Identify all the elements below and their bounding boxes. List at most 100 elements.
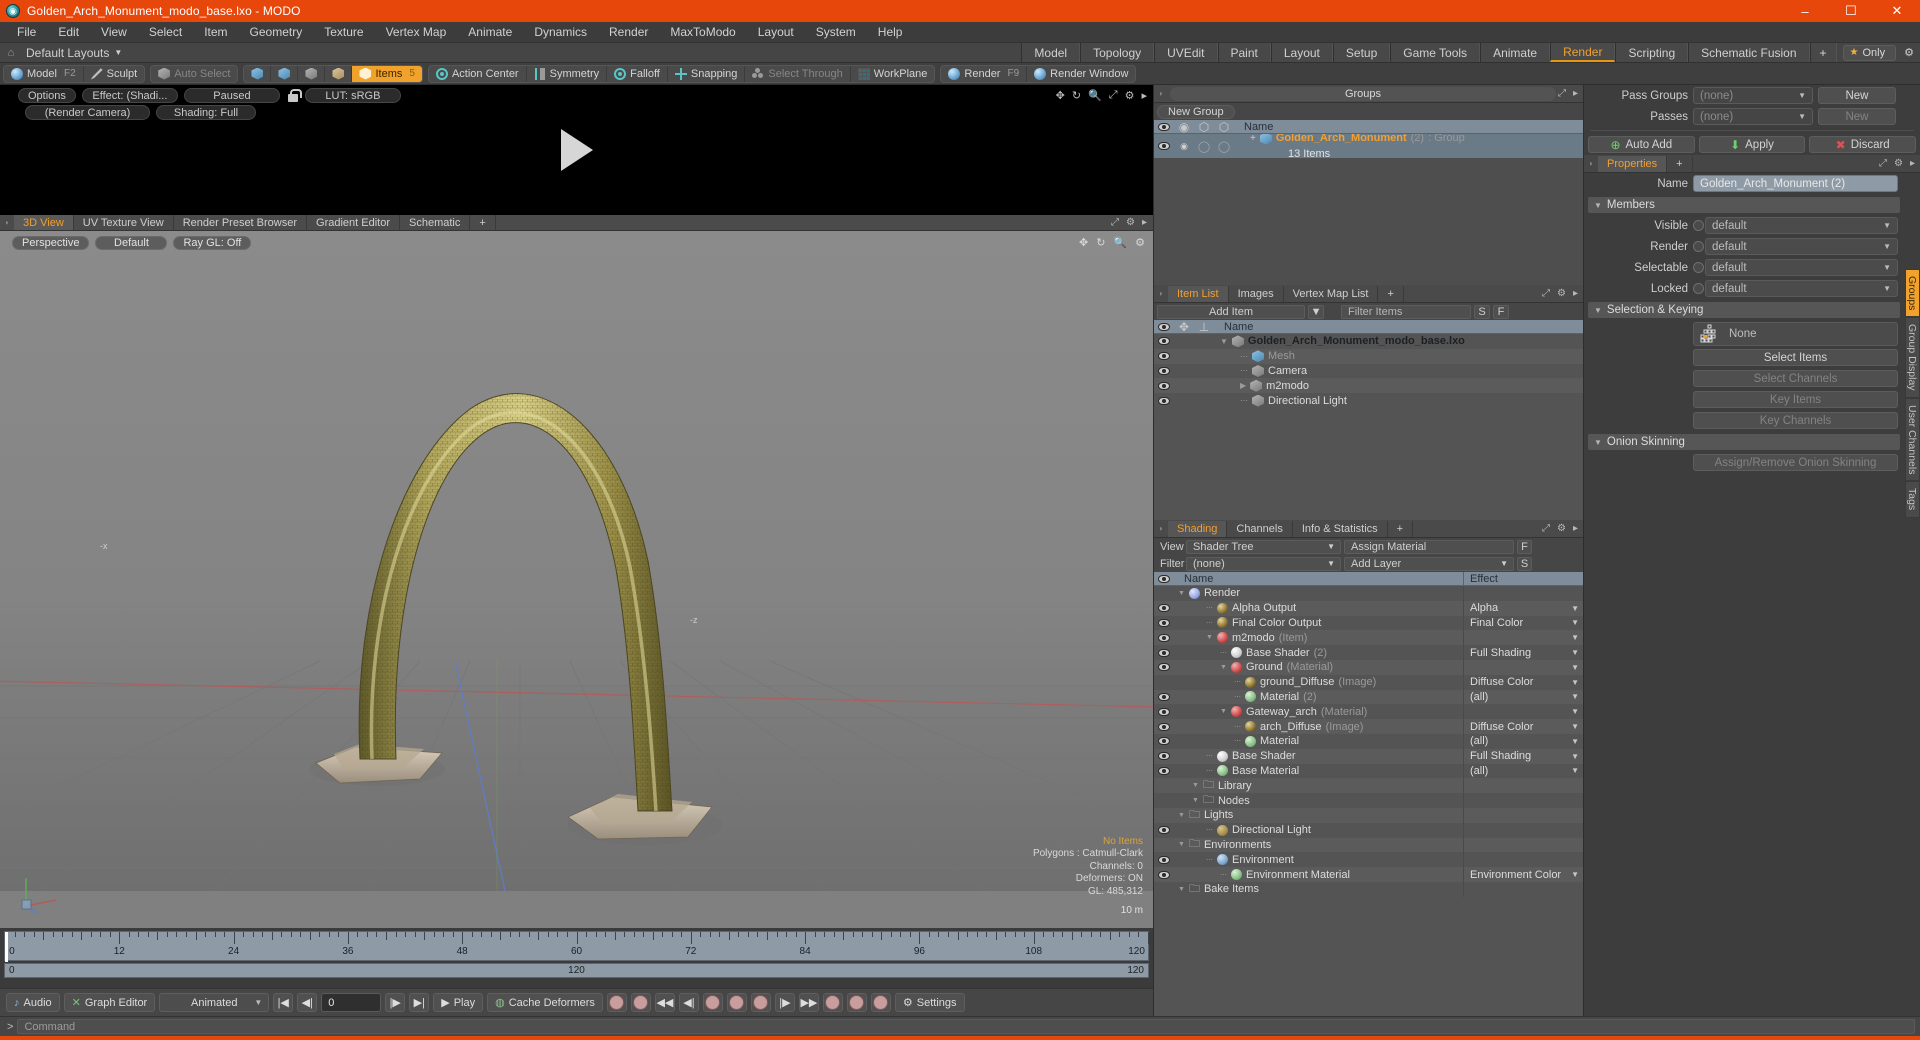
tree-twisty-icon[interactable]: ▼: [1178, 841, 1185, 848]
discard-button[interactable]: ✖ Discard: [1809, 136, 1917, 153]
locked-dropdown[interactable]: default ▼: [1705, 280, 1898, 297]
command-input[interactable]: Command: [17, 1019, 1915, 1034]
new-group-button[interactable]: New Group: [1157, 104, 1235, 119]
timeline-range-bar[interactable]: 0 120 120: [4, 963, 1149, 978]
render-button[interactable]: Render F9: [941, 65, 1028, 82]
workplane-button[interactable]: WorkPlane: [851, 66, 935, 82]
filter-items-input[interactable]: Filter Items: [1341, 304, 1471, 319]
add-layer-dropdown[interactable]: Add Layer ▼: [1344, 556, 1514, 571]
row-visibility-toggle[interactable]: [1154, 337, 1174, 346]
preview-effect-button[interactable]: Effect: (Shadi...: [81, 88, 178, 103]
shading-row[interactable]: ⋯ Alpha Output Alpha ▼: [1154, 600, 1583, 616]
tree-twisty-icon[interactable]: ⋯: [1234, 678, 1241, 686]
item-list-row[interactable]: ⋯ Mesh: [1154, 348, 1583, 364]
auto-select-button[interactable]: Auto Select: [151, 66, 237, 82]
onion-skinning-section-header[interactable]: ▼ Onion Skinning: [1588, 434, 1900, 450]
shading-arrow-icon[interactable]: ▸: [1573, 523, 1578, 534]
tree-twisty-icon[interactable]: ⋯: [1220, 649, 1227, 657]
previous-key-button[interactable]: ◀|: [297, 993, 318, 1012]
tab-info-statistics[interactable]: Info & Statistics: [1293, 520, 1388, 537]
tree-twisty-icon[interactable]: ⋯: [1220, 871, 1227, 879]
item-list-s-button[interactable]: S: [1474, 304, 1490, 319]
timeline-ruler[interactable]: 0 12 24 36 48 60 72 84 96 108 120: [4, 931, 1149, 962]
preview-options-button[interactable]: Options: [18, 88, 76, 103]
minimize-button[interactable]: –: [1782, 0, 1828, 22]
shading-effect-cell[interactable]: ▼: [1463, 704, 1583, 720]
menu-item-texture[interactable]: Texture: [313, 22, 374, 43]
tab--[interactable]: +: [1388, 520, 1414, 537]
play-button[interactable]: ▶ Play: [433, 993, 484, 1012]
shading-row[interactable]: ▼ 🗀 Environments: [1154, 837, 1583, 853]
row-visibility-toggle[interactable]: [1154, 366, 1174, 375]
tab-shading[interactable]: Shading: [1168, 520, 1228, 537]
tree-twisty-icon[interactable]: ▼: [1178, 886, 1185, 893]
tree-twisty-icon[interactable]: ▼: [1206, 634, 1213, 641]
lock-icon[interactable]: [286, 88, 302, 103]
groups-arrow-icon[interactable]: ▸: [1573, 88, 1578, 99]
layout-tab-paint[interactable]: Paint: [1217, 43, 1271, 62]
shading-f-button[interactable]: F: [1517, 539, 1532, 554]
tree-twisty-icon[interactable]: ⋯: [1206, 752, 1213, 760]
properties-gear-icon[interactable]: ⚙: [1894, 158, 1903, 169]
assign-material-button[interactable]: Assign Material: [1344, 539, 1514, 554]
current-frame-input[interactable]: 0: [321, 993, 382, 1012]
row-visibility-toggle[interactable]: [1154, 870, 1174, 879]
shading-gear-icon[interactable]: ⚙: [1557, 523, 1566, 534]
shading-effect-cell[interactable]: Diffuse Color ▼: [1463, 674, 1583, 690]
tree-twisty-icon[interactable]: ⋯: [1206, 619, 1213, 627]
menu-item-render[interactable]: Render: [598, 22, 659, 43]
selectable-radio[interactable]: [1693, 262, 1704, 273]
panel-gear-icon[interactable]: ⚙: [1125, 89, 1135, 102]
shading-effect-cell[interactable]: Full Shading ▼: [1463, 748, 1583, 764]
tree-twisty-icon[interactable]: ⋯: [1206, 604, 1213, 612]
menu-item-select[interactable]: Select: [138, 22, 193, 43]
preview-lut-button[interactable]: LUT: sRGB: [304, 88, 401, 103]
menu-item-animate[interactable]: Animate: [457, 22, 523, 43]
row-visibility-toggle[interactable]: [1154, 737, 1174, 746]
add-item-dropdown-icon[interactable]: ▼: [1308, 304, 1324, 319]
anim-tool1-button[interactable]: [822, 993, 843, 1012]
play-triangle-icon[interactable]: [560, 129, 593, 171]
rotate-icon[interactable]: ↻: [1072, 89, 1081, 102]
selection-set-display[interactable]: None: [1693, 321, 1898, 346]
viewport-settings-gear-icon[interactable]: ⚙: [1135, 236, 1145, 249]
menu-item-dynamics[interactable]: Dynamics: [523, 22, 598, 43]
tree-twisty-icon[interactable]: ⋯: [1206, 826, 1213, 834]
item-list-row[interactable]: ▶ m2modo: [1154, 378, 1583, 394]
panel-menu-dot-icon[interactable]: ◗: [0, 215, 14, 230]
pass-groups-new-button[interactable]: New: [1818, 87, 1896, 104]
preview-paused-button[interactable]: Paused: [183, 88, 280, 103]
shading-effect-cell[interactable]: ▼: [1463, 630, 1583, 646]
item-list-row[interactable]: ▼ Golden_Arch_Monument_modo_base.lxo: [1154, 334, 1583, 349]
viewport-tab-schematic[interactable]: Schematic: [400, 215, 471, 230]
item-list-row[interactable]: ⋯ Directional Light: [1154, 393, 1583, 408]
action-center-button[interactable]: Action Center: [429, 65, 527, 82]
select-through-button[interactable]: Select Through: [745, 65, 851, 82]
close-button[interactable]: ✕: [1874, 0, 1920, 22]
render-dropdown[interactable]: default ▼: [1705, 238, 1898, 255]
shading-row[interactable]: ▼ Render: [1154, 586, 1583, 601]
visible-dropdown[interactable]: default ▼: [1705, 217, 1898, 234]
row-render-toggle[interactable]: ◉: [1174, 141, 1194, 152]
tab-vertex-map-list[interactable]: Vertex Map List: [1284, 285, 1379, 302]
row-visibility-toggle[interactable]: [1154, 707, 1174, 716]
groups-tree-body[interactable]: ◉ ◯ ◯ + Golden_Arch_Monument (2): Group 13 Ite…: [1154, 134, 1583, 285]
key-items-button[interactable]: Key Items: [1693, 391, 1898, 408]
row-visibility-toggle[interactable]: [1154, 633, 1174, 642]
anim-tool2-button[interactable]: [846, 993, 867, 1012]
members-section-header[interactable]: ▼ Members: [1588, 197, 1900, 213]
passes-dropdown[interactable]: (none) ▼: [1693, 108, 1813, 125]
polygon-select-button[interactable]: [298, 65, 326, 82]
row-visibility-toggle[interactable]: [1154, 692, 1174, 701]
auto-add-button[interactable]: ⊕ Auto Add: [1588, 136, 1695, 153]
layout-tab-render[interactable]: Render: [1550, 43, 1616, 62]
maximize-shading-icon[interactable]: ⤢: [1542, 523, 1550, 534]
tree-twisty-icon[interactable]: ⋯: [1234, 737, 1241, 745]
edge-select-button[interactable]: [271, 65, 299, 82]
groups-panel-menu-icon[interactable]: ◗: [1154, 89, 1168, 98]
side-tab-groups[interactable]: Groups: [1905, 269, 1920, 318]
next-keyframe2-button[interactable]: ▶▶: [798, 993, 819, 1012]
shading-effect-cell[interactable]: (all) ▼: [1463, 733, 1583, 749]
default-layouts-dropdown[interactable]: Default Layouts ▼: [22, 43, 132, 62]
shading-row[interactable]: ⋯ Base Shader (2) Full Shading ▼: [1154, 645, 1583, 660]
